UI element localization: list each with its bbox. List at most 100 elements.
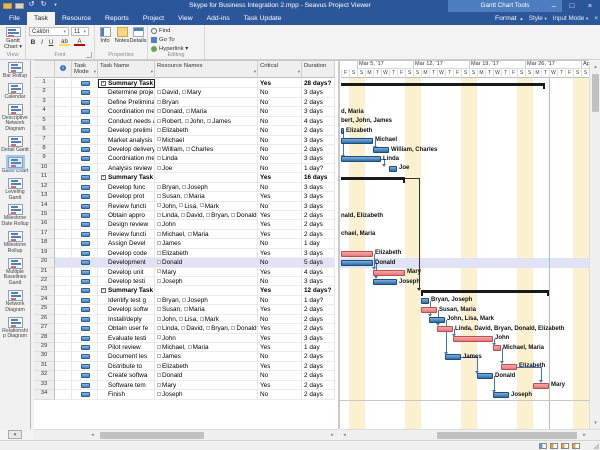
view-bar-item-relationship-diagram[interactable]: Relationship Diagram bbox=[0, 315, 30, 342]
table-row-number[interactable]: 3 bbox=[34, 98, 55, 107]
cell-critical[interactable]: Yes bbox=[258, 305, 302, 314]
cell-resource-names[interactable]: Elizabeth bbox=[155, 362, 258, 371]
filter-dropdown-icon[interactable]: ▾ bbox=[298, 70, 300, 75]
cell-duration[interactable]: 2 days bbox=[302, 324, 335, 333]
gantt-bar[interactable] bbox=[493, 345, 501, 351]
table-row-number[interactable]: 34 bbox=[34, 390, 55, 399]
cell-duration[interactable]: 2 days bbox=[302, 126, 335, 135]
table-row-number[interactable]: 33 bbox=[34, 381, 55, 390]
table-row-number[interactable]: 11 bbox=[34, 173, 55, 182]
cell-critical[interactable]: Yes bbox=[258, 173, 302, 182]
cell-duration[interactable]: 2 days bbox=[302, 305, 335, 314]
gantt-bar[interactable] bbox=[437, 326, 453, 332]
chart-hscroll-thumb[interactable] bbox=[437, 432, 577, 439]
cell-resource-names[interactable]: William, Charles bbox=[155, 145, 258, 154]
gantt-bar[interactable] bbox=[477, 373, 493, 379]
cell-task-name[interactable]: Distribute to bbox=[98, 362, 155, 371]
cell-critical[interactable]: Yes bbox=[258, 324, 302, 333]
cell-info[interactable] bbox=[55, 126, 72, 135]
style-dropdown[interactable]: Style ▾ bbox=[529, 15, 547, 22]
cell-critical[interactable]: No bbox=[258, 390, 302, 399]
table-row-number[interactable]: 27 bbox=[34, 324, 55, 333]
cell-info[interactable] bbox=[55, 258, 72, 267]
cell-critical[interactable]: No bbox=[258, 183, 302, 192]
view-bar-item-multiple-baselines-gantt[interactable]: Multiple Baselines Gantt bbox=[0, 256, 30, 288]
cell-resource-names[interactable]: Mary bbox=[155, 381, 258, 390]
gantt-bar[interactable] bbox=[373, 147, 389, 153]
filter-dropdown-icon[interactable]: ▾ bbox=[151, 70, 153, 75]
cell-duration[interactable]: 3 days bbox=[302, 192, 335, 201]
cell-task-name[interactable]: Analysis review bbox=[98, 164, 155, 173]
table-row-number[interactable]: 8 bbox=[34, 145, 55, 154]
cell-duration[interactable]: 1 day bbox=[302, 343, 335, 352]
find-button[interactable]: Find bbox=[151, 27, 170, 35]
cell-task-mode[interactable] bbox=[72, 286, 98, 295]
cell-info[interactable] bbox=[55, 145, 72, 154]
cell-task-name[interactable]: Assign Devel bbox=[98, 239, 155, 248]
scroll-down-icon[interactable]: ▾ bbox=[590, 418, 600, 429]
gantt-view-shortcut-icon[interactable] bbox=[539, 443, 547, 449]
gantt-bar[interactable] bbox=[533, 383, 549, 389]
gantt-bar[interactable] bbox=[341, 138, 373, 144]
cell-info[interactable] bbox=[55, 173, 72, 182]
cell-task-name[interactable]: Develop softw bbox=[98, 305, 155, 314]
cell-info[interactable] bbox=[55, 305, 72, 314]
column-header-duration[interactable]: Duration bbox=[302, 61, 335, 78]
tab-view[interactable]: View bbox=[171, 12, 200, 25]
filter-dropdown-icon[interactable]: ▾ bbox=[254, 70, 256, 75]
table-row-number[interactable]: 28 bbox=[34, 334, 55, 343]
gantt-bar[interactable] bbox=[421, 307, 437, 313]
cell-task-name[interactable]: Obtain appro bbox=[98, 211, 155, 220]
cell-critical[interactable]: Yes bbox=[258, 211, 302, 220]
cell-task-name[interactable]: Develop func bbox=[98, 183, 155, 192]
cell-resource-names[interactable]: John, Lisa, Mark bbox=[155, 202, 258, 211]
cell-critical[interactable]: Yes bbox=[258, 343, 302, 352]
cell-task-name[interactable]: Evaluate testi bbox=[98, 334, 155, 343]
cell-resource-names[interactable]: Joseph bbox=[155, 390, 258, 399]
cell-task-mode[interactable] bbox=[72, 126, 98, 135]
gantt-bar[interactable] bbox=[341, 251, 373, 257]
cell-task-mode[interactable] bbox=[72, 296, 98, 305]
cell-duration[interactable]: 4 days bbox=[302, 268, 335, 277]
table-row-number[interactable]: 13 bbox=[34, 192, 55, 201]
cell-critical[interactable]: No bbox=[258, 258, 302, 267]
cell-info[interactable] bbox=[55, 362, 72, 371]
cell-duration[interactable]: 3 days bbox=[302, 249, 335, 258]
cell-task-mode[interactable] bbox=[72, 381, 98, 390]
cell-task-mode[interactable] bbox=[72, 305, 98, 314]
table-row-number[interactable]: 18 bbox=[34, 239, 55, 248]
table-row-number[interactable]: 2 bbox=[34, 88, 55, 97]
cell-task-name[interactable]: Identify test g bbox=[98, 296, 155, 305]
view-bar-item-descriptive-network-diagram[interactable]: Descriptive Network Diagram bbox=[0, 102, 30, 134]
cell-duration[interactable]: 3 days bbox=[302, 183, 335, 192]
cell-task-name[interactable]: Develop prot bbox=[98, 192, 155, 201]
cell-critical[interactable]: Yes bbox=[258, 268, 302, 277]
cell-critical[interactable]: No bbox=[258, 371, 302, 380]
underline-button[interactable]: U bbox=[47, 38, 55, 47]
cell-resource-names[interactable]: Donald bbox=[155, 371, 258, 380]
cell-critical[interactable]: No bbox=[258, 126, 302, 135]
cell-resource-names[interactable]: Robert, John, James bbox=[155, 117, 258, 126]
cell-resource-names[interactable]: Donald bbox=[155, 258, 258, 267]
cell-task-name[interactable]: -Summary Task 1 bbox=[98, 286, 155, 295]
cell-critical[interactable]: Yes bbox=[258, 79, 302, 88]
task-usage-shortcut-icon[interactable] bbox=[550, 443, 558, 449]
table-row-number[interactable]: 12 bbox=[34, 183, 55, 192]
cell-task-mode[interactable] bbox=[72, 145, 98, 154]
column-header-task-name[interactable]: Task Name▾ bbox=[98, 61, 155, 78]
cell-resource-names[interactable]: Susan, Maria bbox=[155, 192, 258, 201]
cell-info[interactable] bbox=[55, 324, 72, 333]
cell-duration[interactable]: 2 days bbox=[302, 362, 335, 371]
cell-task-name[interactable]: Develop code bbox=[98, 249, 155, 258]
gantt-bar[interactable] bbox=[501, 364, 517, 370]
filter-dropdown-icon[interactable]: ▾ bbox=[94, 70, 96, 75]
cell-info[interactable] bbox=[55, 315, 72, 324]
table-row-number[interactable]: 14 bbox=[34, 202, 55, 211]
table-row-number[interactable]: 15 bbox=[34, 211, 55, 220]
cell-task-name[interactable]: Coordination me bbox=[98, 107, 155, 116]
table-row-number[interactable]: 21 bbox=[34, 268, 55, 277]
cell-duration[interactable]: 2 days bbox=[302, 98, 335, 107]
vertical-scrollbar[interactable]: ▴ ▾ bbox=[589, 62, 600, 429]
cell-task-mode[interactable] bbox=[72, 107, 98, 116]
cell-resource-names[interactable]: John bbox=[155, 220, 258, 229]
